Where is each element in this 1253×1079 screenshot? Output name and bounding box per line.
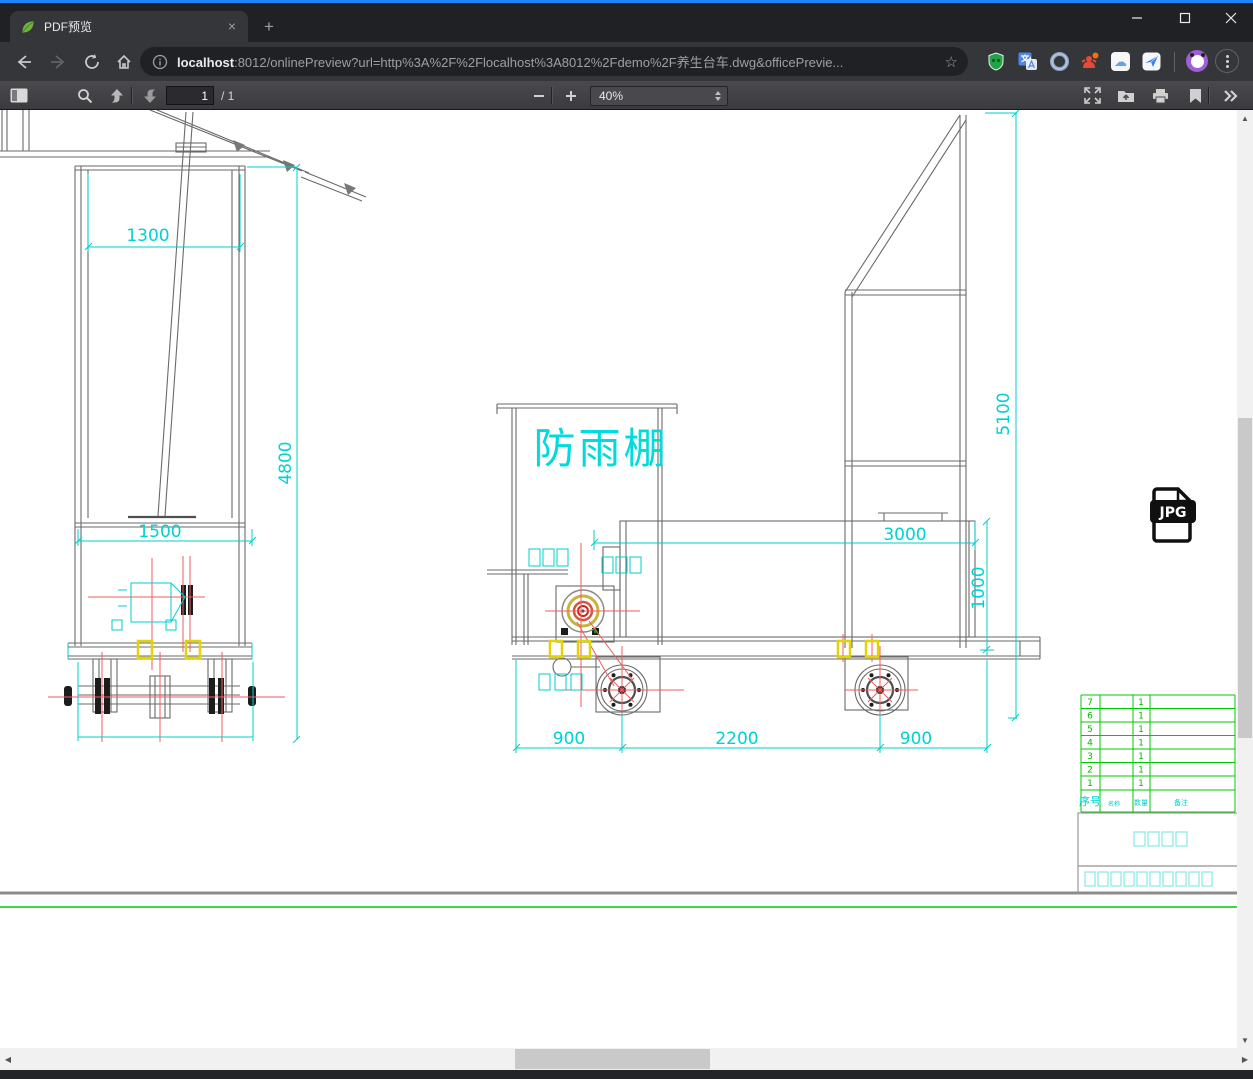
window-bottom-edge bbox=[0, 1070, 1253, 1079]
cloud-extension-icon[interactable]: ☁ bbox=[1110, 51, 1131, 72]
info-icon[interactable] bbox=[152, 54, 168, 70]
toolbar-divider bbox=[551, 87, 552, 104]
forward-icon[interactable] bbox=[46, 50, 70, 74]
close-button[interactable] bbox=[1222, 9, 1240, 27]
browser-window: PDF预览 × + localhost:8012/onlinePreview?u… bbox=[0, 0, 1253, 1079]
page-up-icon[interactable] bbox=[106, 86, 128, 105]
select-arrows-icon bbox=[715, 91, 721, 101]
header-note: 备注 bbox=[1174, 798, 1188, 807]
row-qty: 1 bbox=[1138, 752, 1144, 762]
badged-extension-icon[interactable] bbox=[1079, 51, 1100, 72]
toolbar-divider bbox=[1174, 52, 1175, 72]
ring-extension-icon[interactable] bbox=[1049, 51, 1070, 72]
dim-5100: 5100 bbox=[994, 392, 1014, 435]
open-file-icon[interactable] bbox=[1115, 86, 1137, 105]
vertical-scrollbar[interactable]: ▲ ▼ bbox=[1237, 110, 1253, 1048]
spring-leaf-icon bbox=[20, 19, 36, 35]
chrome-menu-icon[interactable] bbox=[1215, 49, 1239, 73]
url-bar[interactable]: localhost:8012/onlinePreview?url=http%3A… bbox=[140, 47, 968, 76]
dim-900-rear: 900 bbox=[900, 729, 932, 749]
dim-900-front: 900 bbox=[553, 729, 585, 749]
bird-extension-icon[interactable] bbox=[1141, 51, 1162, 72]
print-icon[interactable] bbox=[1149, 86, 1171, 105]
row-qty: 1 bbox=[1138, 725, 1144, 735]
horizontal-scrollbar-thumb[interactable] bbox=[515, 1049, 710, 1069]
row-qty: 1 bbox=[1138, 739, 1144, 749]
row-qty: 1 bbox=[1138, 779, 1144, 789]
presentation-mode-icon[interactable] bbox=[1081, 86, 1103, 105]
jpg-label: JPG bbox=[1159, 505, 1187, 521]
row-seq: 3 bbox=[1087, 752, 1093, 762]
dim-3000: 3000 bbox=[883, 525, 926, 545]
title-block-frames bbox=[1077, 812, 1241, 894]
header-name: 名称 bbox=[1108, 800, 1120, 808]
page-count-label: / 1 bbox=[221, 89, 235, 103]
home-icon[interactable] bbox=[112, 50, 136, 74]
page-down-icon[interactable] bbox=[139, 86, 161, 105]
maximize-button[interactable] bbox=[1176, 9, 1194, 27]
pdf-toolbar: / 1 40% bbox=[0, 81, 1253, 110]
new-tab-button[interactable]: + bbox=[258, 16, 280, 38]
pdf-page-view: 1300 4800 1500 3000 1000 5100 900 2200 9… bbox=[0, 110, 1253, 1048]
dim-1300: 1300 bbox=[126, 226, 169, 246]
profile-avatar[interactable] bbox=[1186, 50, 1208, 72]
row-qty: 1 bbox=[1138, 698, 1144, 708]
sidebar-toggle-icon[interactable] bbox=[8, 86, 30, 105]
translate-extension-icon[interactable] bbox=[1017, 51, 1038, 72]
canopy-label: 防雨棚 bbox=[533, 424, 668, 473]
dim-2200: 2200 bbox=[715, 729, 758, 749]
title-block-placeholder-text bbox=[1084, 831, 1213, 887]
title-block-grid bbox=[1080, 694, 1236, 813]
url-path: :8012/onlinePreview?url=http%3A%2F%2Floc… bbox=[234, 55, 844, 70]
title-block-rows: 7 1 6 1 5 1 4 1 3 1 2 1 1 1 bbox=[1087, 698, 1144, 789]
url-text: localhost:8012/onlinePreview?url=http%3A… bbox=[177, 52, 939, 71]
cad-solids bbox=[64, 140, 899, 714]
scroll-up-icon[interactable]: ▲ bbox=[1237, 110, 1253, 126]
horizontal-scrollbar[interactable]: ◀ ▶ bbox=[0, 1048, 1253, 1070]
search-icon[interactable] bbox=[74, 86, 96, 105]
jpg-file-icon[interactable]: JPG bbox=[1150, 487, 1196, 543]
toolbar-divider bbox=[131, 87, 132, 104]
zoom-in-icon[interactable] bbox=[560, 86, 582, 105]
url-host: localhost bbox=[177, 55, 235, 70]
row-qty: 1 bbox=[1138, 712, 1144, 722]
zoom-out-icon[interactable] bbox=[528, 86, 550, 105]
header-qty: 数量 bbox=[1134, 798, 1148, 807]
scroll-right-icon[interactable]: ▶ bbox=[1237, 1048, 1253, 1070]
vertical-scrollbar-thumb[interactable] bbox=[1238, 418, 1252, 738]
cad-structure bbox=[0, 110, 1041, 719]
cad-drawing: 1300 4800 1500 3000 1000 5100 900 2200 9… bbox=[0, 110, 1253, 908]
row-seq: 6 bbox=[1087, 712, 1093, 722]
cad-structure-thick bbox=[128, 515, 895, 705]
page-number-input[interactable] bbox=[166, 86, 214, 105]
row-seq: 5 bbox=[1087, 725, 1093, 735]
row-qty: 1 bbox=[1138, 766, 1144, 776]
row-seq: 1 bbox=[1087, 779, 1093, 789]
zoom-select[interactable]: 40% bbox=[590, 86, 728, 106]
tab-bar: PDF预览 × + bbox=[0, 3, 1253, 42]
bookmark-icon[interactable] bbox=[1184, 86, 1206, 105]
scroll-down-icon[interactable]: ▼ bbox=[1237, 1032, 1253, 1048]
reload-icon[interactable] bbox=[80, 50, 104, 74]
browser-tab[interactable]: PDF预览 × bbox=[10, 11, 248, 42]
dim-1000: 1000 bbox=[969, 566, 989, 609]
toolbar-divider bbox=[1208, 87, 1209, 104]
navigation-bar: localhost:8012/onlinePreview?url=http%3A… bbox=[0, 42, 1253, 81]
row-seq: 7 bbox=[1087, 698, 1093, 708]
tab-title: PDF预览 bbox=[44, 20, 93, 34]
header-seq: 序号 bbox=[1079, 794, 1101, 808]
minimize-button[interactable] bbox=[1128, 9, 1146, 27]
row-seq: 4 bbox=[1087, 739, 1093, 749]
dim-4800: 4800 bbox=[276, 441, 296, 484]
tampermonkey-extension-icon[interactable] bbox=[985, 51, 1006, 72]
tab-close-icon[interactable]: × bbox=[224, 18, 240, 35]
zoom-value: 40% bbox=[599, 89, 624, 103]
row-seq: 2 bbox=[1087, 766, 1093, 776]
scroll-left-icon[interactable]: ◀ bbox=[0, 1048, 16, 1070]
dim-1500: 1500 bbox=[138, 522, 181, 542]
back-icon[interactable] bbox=[12, 50, 36, 74]
more-tools-icon[interactable] bbox=[1220, 86, 1242, 105]
bookmark-star-icon[interactable]: ☆ bbox=[945, 53, 958, 71]
